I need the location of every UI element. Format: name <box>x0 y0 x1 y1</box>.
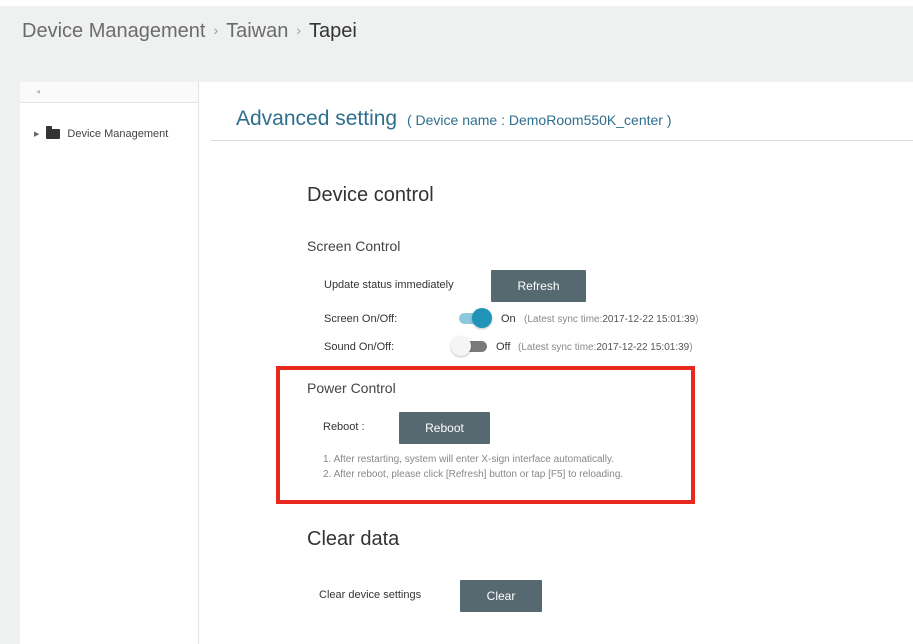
sidebar-item-label: Device Management <box>67 128 169 140</box>
sync-prefix: (Latest sync time: <box>524 314 603 325</box>
sync-timestamp: 2017-12-22 15:01:39 <box>602 314 696 325</box>
reboot-note-2: 2. After reboot, please click [Refresh] … <box>323 469 624 480</box>
device-name-subtitle: ( Device name : DemoRoom550K_center ) <box>406 112 672 128</box>
update-status-label: Update status immediately <box>324 279 454 291</box>
main-panel: ◂ ▶ Device Management Advanced setting (… <box>20 82 913 644</box>
breadcrumb-item-device-management[interactable]: Device Management <box>22 20 205 42</box>
sound-state-text: Off <box>496 341 511 353</box>
reboot-note-1: 1. After restarting, system will enter X… <box>323 454 615 465</box>
tree-expand-icon[interactable]: ▶ <box>34 130 39 138</box>
breadcrumb-separator: › <box>213 22 219 38</box>
screen-sync-time: (Latest sync time:2017-12-22 15:01:39) <box>524 314 699 325</box>
reboot-label: Reboot : <box>323 421 365 433</box>
sync-timestamp: 2017-12-22 15:01:39 <box>596 342 690 353</box>
screen-control-heading: Screen Control <box>307 238 401 254</box>
page-title-text: Advanced setting <box>236 107 398 130</box>
sound-onoff-label: Sound On/Off: <box>324 341 395 353</box>
screen-toggle[interactable] <box>455 307 492 329</box>
content-area: Advanced setting ( Device name : DemoRoo… <box>199 82 913 644</box>
refresh-button[interactable]: Refresh <box>491 270 586 302</box>
screen-state-text: On <box>501 313 516 325</box>
title-divider <box>211 140 913 141</box>
sound-toggle[interactable] <box>451 335 487 357</box>
sidebar-item-device-management[interactable]: ▶ Device Management <box>34 126 169 140</box>
sync-prefix: (Latest sync time: <box>518 342 597 353</box>
collapse-handle-icon[interactable]: ◂ <box>36 87 40 96</box>
power-control-heading: Power Control <box>307 380 396 396</box>
toggle-knob <box>472 308 492 328</box>
sound-sync-time: (Latest sync time:2017-12-22 15:01:39) <box>518 342 693 353</box>
top-strip <box>0 0 913 6</box>
clear-data-heading: Clear data <box>307 528 400 550</box>
sidebar: ◂ ▶ Device Management <box>20 82 199 644</box>
screen-onoff-label: Screen On/Off: <box>324 313 398 325</box>
breadcrumb-item-tapei: Tapei <box>309 20 357 42</box>
breadcrumb-separator: › <box>296 22 302 38</box>
clear-device-settings-label: Clear device settings <box>319 589 422 601</box>
device-control-heading: Device control <box>307 184 434 206</box>
sync-suffix: ) <box>695 314 699 325</box>
reboot-button[interactable]: Reboot <box>399 412 490 444</box>
toggle-knob <box>451 336 471 356</box>
breadcrumb-item-taiwan[interactable]: Taiwan <box>226 20 288 42</box>
sidebar-header: ◂ <box>20 82 198 103</box>
page-title: Advanced setting ( Device name : DemoRoo… <box>236 107 672 131</box>
breadcrumb: Device Management › Taiwan › Tapei <box>22 20 357 43</box>
sync-suffix: ) <box>689 342 693 353</box>
clear-button[interactable]: Clear <box>460 580 542 612</box>
folder-icon <box>46 126 61 139</box>
